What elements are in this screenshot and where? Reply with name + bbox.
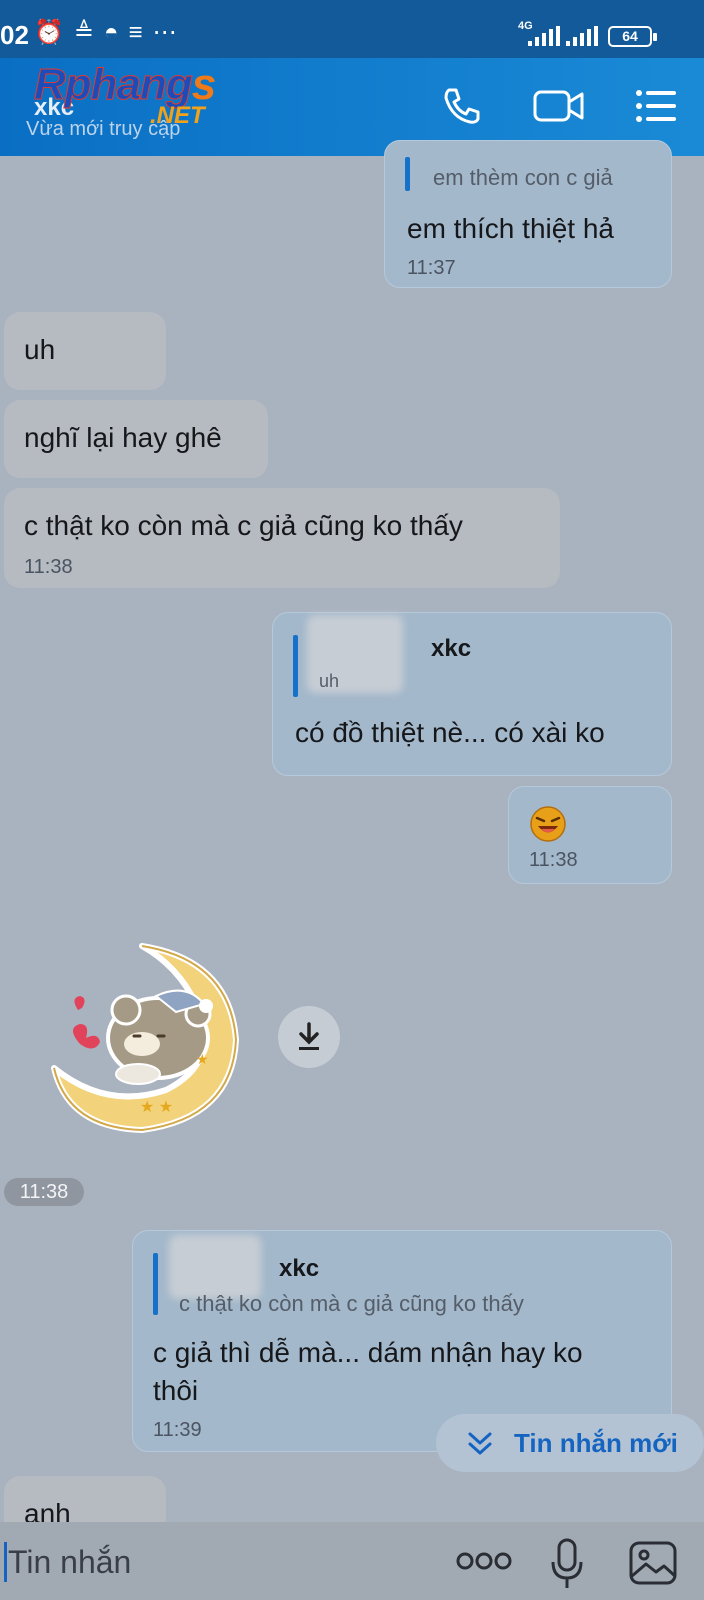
message-text: có đồ thiệt nè... có xài ko <box>295 717 605 748</box>
svg-text:★: ★ <box>196 1051 209 1067</box>
message-bubble-incoming[interactable]: uh <box>4 312 166 390</box>
quote-text: uh <box>319 671 340 691</box>
message-text-line2: thôi <box>153 1375 199 1406</box>
quote-author: xkc <box>431 635 472 662</box>
battery-level: 64 <box>622 28 638 44</box>
battery-icon: 64 <box>608 26 657 47</box>
laughing-emoji-icon <box>530 806 566 842</box>
message-text: c thật ko còn mà c giả cũng ko thấy <box>24 510 463 541</box>
status-notification-icons: ⏰≜◓≡⋯ <box>34 19 187 46</box>
quote-text: c thật ko còn mà c giả cũng ko thấy <box>179 1291 524 1316</box>
message-bubble-incoming[interactable]: c thật ko còn mà c giả cũng ko thấy 11:3… <box>4 488 560 588</box>
message-text: nghĩ lại hay ghê <box>24 422 222 453</box>
text-cursor <box>4 1542 7 1582</box>
more-options-icon[interactable] <box>456 1550 512 1572</box>
message-bubble-outgoing[interactable]: xkc uh có đồ thiệt nè... có xài ko <box>272 612 672 776</box>
phone-call-icon[interactable] <box>440 84 484 128</box>
message-text: c giả thì dễ mà... dám nhận hay ko <box>153 1337 583 1368</box>
blurred-avatar <box>169 1235 261 1299</box>
sticker-bear-moon[interactable]: ★ ★ ★ <box>46 940 246 1136</box>
download-sticker-button[interactable] <box>278 1006 340 1068</box>
message-time: 11:38 <box>24 556 73 578</box>
signal-icon <box>528 26 560 46</box>
status-time: 02 <box>0 20 29 50</box>
quote-bar <box>293 635 298 697</box>
video-call-icon[interactable] <box>532 84 586 128</box>
message-text: uh <box>24 334 56 365</box>
message-time: 11:38 <box>529 849 578 871</box>
quote-author: xkc <box>279 1255 320 1282</box>
message-bubble-outgoing[interactable]: 11:38 <box>508 786 672 884</box>
new-messages-label: Tin nhắn mới <box>514 1428 678 1458</box>
svg-text:★ ★: ★ ★ <box>140 1099 173 1116</box>
double-chevron-down-icon <box>468 1432 492 1455</box>
message-input-bar: Tin nhắn <box>0 1522 704 1600</box>
signal-icon-2 <box>566 26 598 46</box>
message-bubble-outgoing[interactable]: em thèm con c giả em thích thiệt hả 11:3… <box>384 140 672 288</box>
message-time: 11:37 <box>407 257 456 279</box>
message-text: em thích thiệt hả <box>407 213 615 244</box>
status-bar: 02 ⏰≜◓≡⋯ 4G 64 <box>0 0 704 58</box>
time-separator: 11:38 <box>4 1178 84 1206</box>
download-icon <box>299 1022 319 1050</box>
message-input[interactable]: Tin nhắn <box>8 1544 131 1581</box>
menu-icon[interactable] <box>634 84 678 128</box>
quote-bar <box>405 157 410 191</box>
image-gallery-icon[interactable] <box>628 1540 678 1586</box>
message-bubble-incoming[interactable]: nghĩ lại hay ghê <box>4 400 268 478</box>
microphone-icon[interactable] <box>550 1538 584 1590</box>
quote-bar <box>153 1253 158 1315</box>
quote-text: em thèm con c giả <box>433 165 613 190</box>
new-messages-button[interactable]: Tin nhắn mới <box>436 1414 704 1472</box>
message-time: 11:39 <box>153 1419 202 1441</box>
watermark-net: .NET <box>150 102 205 129</box>
